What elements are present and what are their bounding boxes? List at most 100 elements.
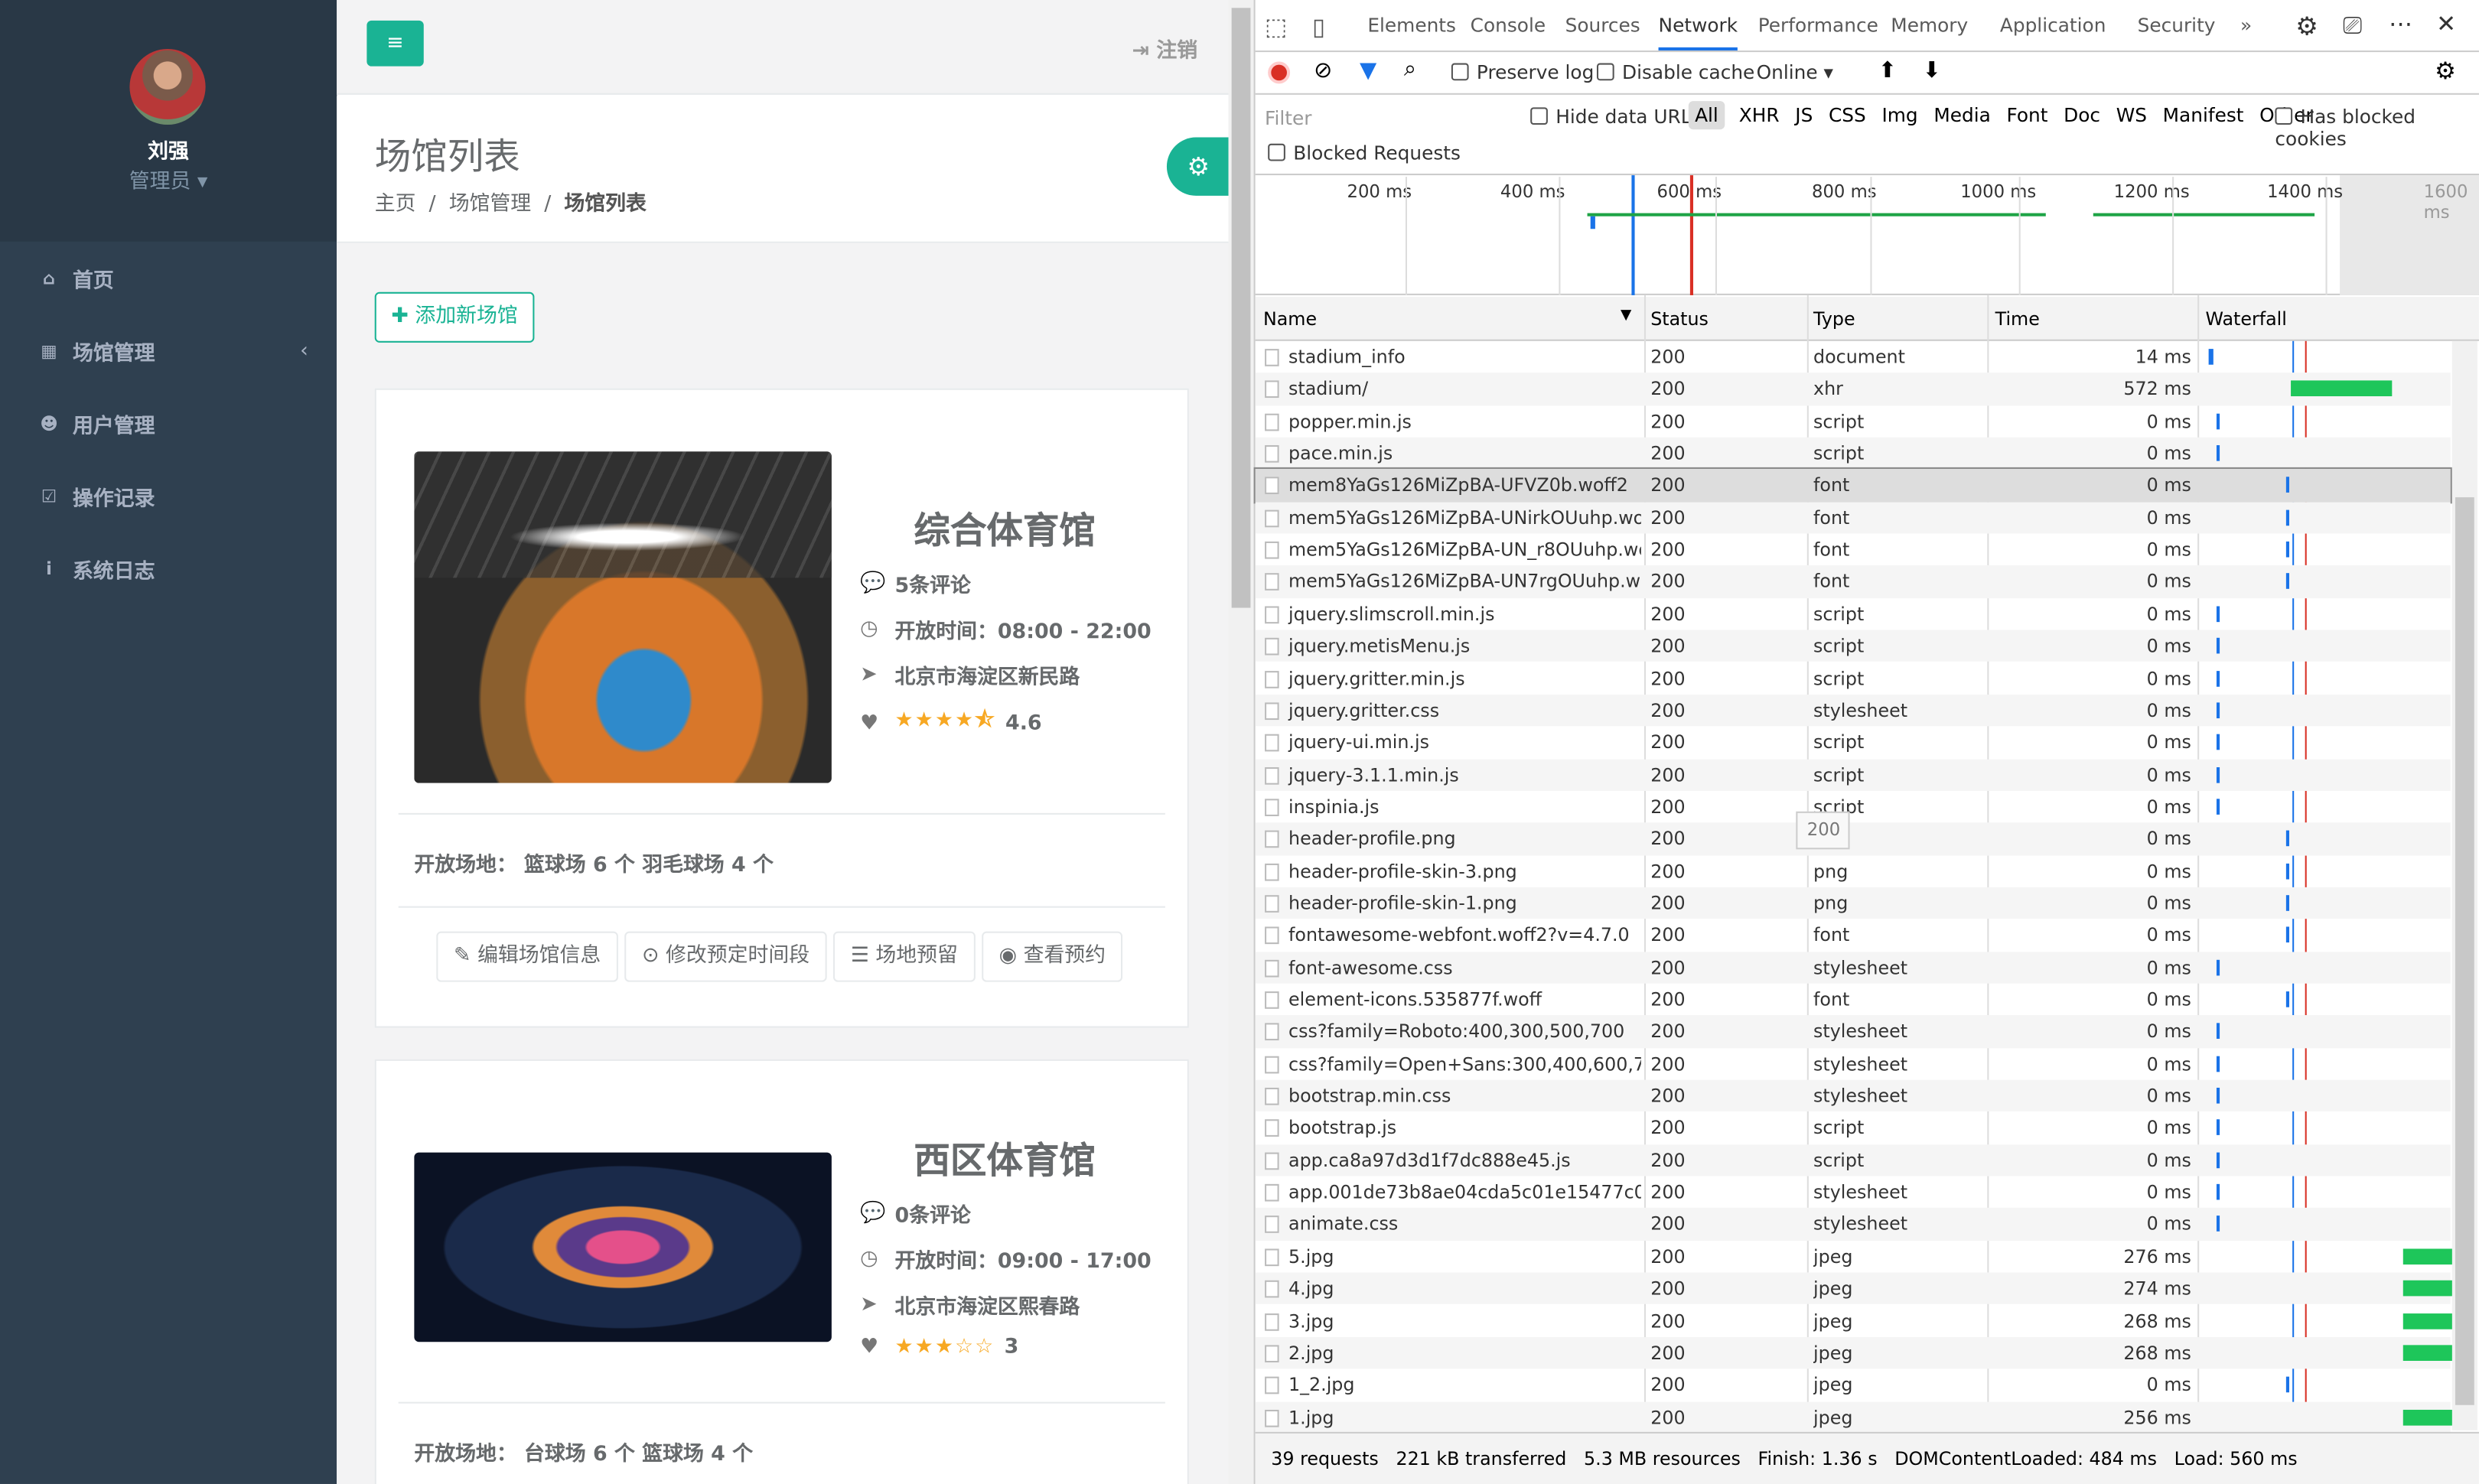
request-row[interactable]: stadium_info 200 document 14 ms <box>1256 341 2451 373</box>
tab-memory[interactable]: Memory <box>1891 0 1968 52</box>
filter-type-manifest[interactable]: Manifest <box>2161 101 2246 129</box>
column-header-type[interactable]: Type <box>1813 308 1855 330</box>
request-row[interactable]: jquery.gritter.min.js 200 script 0 ms <box>1256 662 2451 695</box>
add-venue-button[interactable]: ✚ 添加新场馆 <box>374 291 535 343</box>
filter-type-doc[interactable]: Doc <box>2062 101 2102 129</box>
request-row[interactable]: header-profile-skin-1.png 200 png 0 ms <box>1255 887 2451 919</box>
tab-application[interactable]: Application <box>2000 0 2106 52</box>
throttle-select[interactable]: Online ▾ <box>1757 61 1865 83</box>
menu-toggle-button[interactable]: ≡ <box>366 20 424 67</box>
device-toggle-icon[interactable]: ▯ <box>1312 13 1325 41</box>
tab-performance[interactable]: Performance <box>1758 0 1878 52</box>
view-bookings-button[interactable]: ◉ 查看预约 <box>981 931 1123 982</box>
filter-type-ws[interactable]: WS <box>2115 101 2148 129</box>
nav-item-0[interactable]: ⌂ 首页 <box>0 242 337 314</box>
disable-cache-checkbox[interactable]: Disable cache <box>1596 61 1754 83</box>
request-row[interactable]: mem5YaGs126MiZpBA-UNirkOUuhp.woff2 200 fon… <box>1255 501 2451 534</box>
request-row[interactable]: mem8YaGs126MiZpBA-UFVZ0b.woff2 200 font 0 m… <box>1253 467 2452 503</box>
request-row[interactable]: element-icons.535877f.woff 200 font 0 ms <box>1256 984 2451 1016</box>
feedback-icon[interactable]: ⎚ <box>2343 11 2362 39</box>
request-row[interactable]: animate.css 200 stylesheet 0 ms <box>1255 1208 2451 1241</box>
logout-link[interactable]: ⇥ 注销 <box>1132 33 1197 63</box>
tab-network[interactable]: Network <box>1658 0 1738 51</box>
tab-sources[interactable]: Sources <box>1565 0 1640 52</box>
request-row[interactable]: 3.jpg 200 jpeg 268 ms <box>1256 1305 2454 1337</box>
column-header-status[interactable]: Status <box>1650 308 1709 330</box>
filter-type-js[interactable]: JS <box>1793 101 1814 129</box>
tab-elements[interactable]: Elements <box>1367 0 1456 52</box>
nav-item-1[interactable]: ▦ 场馆管理 ‹ <box>0 314 337 387</box>
filter-type-xhr[interactable]: XHR <box>1738 101 1781 129</box>
blocked-requests-checkbox[interactable]: Blocked Requests <box>1268 142 1461 164</box>
preserve-log-checkbox[interactable]: Preserve log <box>1451 61 1594 83</box>
filter-input[interactable]: Filter <box>1265 107 1311 129</box>
request-row[interactable]: jquery-3.1.1.min.js 200 script 0 ms <box>1255 758 2451 791</box>
crumb-home[interactable]: 主页 <box>375 193 416 216</box>
request-row[interactable]: app.ca8a97d3d1f7dc888e45.js 200 script 0 ms <box>1255 1144 2451 1176</box>
clear-icon[interactable]: ⊘ <box>1314 58 1332 83</box>
request-row[interactable]: bootstrap.min.css 200 stylesheet 0 ms <box>1255 1079 2451 1112</box>
filter-type-img[interactable]: Img <box>1880 101 1919 129</box>
filter-type-font[interactable]: Font <box>2005 101 2049 129</box>
crumb-venue-mgmt[interactable]: 场馆管理 <box>449 193 531 216</box>
request-row[interactable]: 4.jpg 200 jpeg 274 ms <box>1255 1272 2454 1305</box>
avatar[interactable] <box>129 48 206 125</box>
request-row[interactable]: pace.min.js 200 script 0 ms <box>1255 437 2451 470</box>
user-role-dropdown[interactable]: 管理员 ▾ <box>0 164 337 194</box>
request-row[interactable]: inspinia.js 200 script 0 ms <box>1256 791 2451 823</box>
request-row[interactable]: font-awesome.css 200 stylesheet 0 ms <box>1255 951 2451 984</box>
request-row[interactable]: css?family=Open+Sans:300,400,600,700 200 s… <box>1256 1048 2451 1080</box>
nav-item-4[interactable]: i 系统日志 <box>0 532 337 605</box>
request-row[interactable]: popper.min.js 200 script 0 ms <box>1256 405 2451 438</box>
request-row[interactable]: bootstrap.js 200 script 0 ms <box>1256 1112 2451 1144</box>
request-row[interactable]: stadium/200 xhr 572 ms <box>1255 373 2451 405</box>
request-row[interactable]: jquery-ui.min.js 200 script 0 ms <box>1256 727 2451 759</box>
import-har-icon[interactable]: ⬆ <box>1878 58 1897 83</box>
table-scroll-thumb[interactable] <box>2455 497 2474 1405</box>
filter-icon[interactable]: ▼ <box>1360 58 1376 83</box>
request-row[interactable]: header-profile-skin-3.png 200 png 0 ms <box>1256 855 2451 887</box>
inspect-element-icon[interactable]: ⬚ <box>1265 13 1287 41</box>
venue-comments[interactable]: 💬 5条评论 <box>860 568 971 598</box>
request-row[interactable]: 2.jpg 200 jpeg 268 ms <box>1255 1336 2454 1369</box>
tab-security[interactable]: Security <box>2138 0 2216 52</box>
settings-icon[interactable]: ⚙ <box>2295 11 2318 41</box>
request-row[interactable]: header-profile.png200png0 ms <box>1255 822 2451 855</box>
request-row[interactable]: jquery.slimscroll.min.js 200 script 0 ms <box>1256 598 2451 630</box>
request-row[interactable]: css?family=Roboto:400,300,500,700 200 styl… <box>1255 1015 2451 1048</box>
nav-item-2[interactable]: ☻ 用户管理 <box>0 387 337 460</box>
request-row[interactable]: fontawesome-webfont.woff2?v=4.7.0 200 font… <box>1256 919 2451 952</box>
edit-timeslot-button[interactable]: ⊙ 修改预定时间段 <box>624 931 827 982</box>
venue-name[interactable]: 综合体育馆 <box>914 500 1096 554</box>
request-row[interactable]: 1.jpg 200 jpeg 256 ms <box>1255 1401 2454 1434</box>
reserve-field-button[interactable]: ☰ 场地预留 <box>833 931 976 982</box>
request-row[interactable]: mem5YaGs126MiZpBA-UN7rgOUuhp.wo... 200 fon… <box>1255 565 2451 598</box>
export-har-icon[interactable]: ⬇ <box>1923 58 1941 83</box>
settings-gear-icon[interactable]: ⚙ <box>1166 137 1230 196</box>
request-row[interactable]: 5.jpg 200 jpeg 276 ms <box>1256 1241 2454 1273</box>
venue-name[interactable]: 西区体育馆 <box>914 1131 1096 1184</box>
venue-comments[interactable]: 💬 0条评论 <box>860 1198 971 1229</box>
blocked-cookies-checkbox[interactable]: Has blocked cookies <box>2275 106 2479 150</box>
column-header-time[interactable]: Time <box>1995 308 2040 330</box>
filter-type-css[interactable]: CSS <box>1827 101 1868 129</box>
request-row[interactable]: jquery.gritter.css 200 stylesheet 0 ms <box>1255 694 2451 727</box>
tab-more[interactable]: » <box>2240 0 2252 52</box>
more-options-icon[interactable]: ⋯ <box>2389 9 2412 37</box>
hide-data-urls-checkbox[interactable]: Hide data URLs <box>1530 106 1702 128</box>
filter-type-all[interactable]: All <box>1688 101 1725 130</box>
network-settings-icon[interactable]: ⚙ <box>2435 57 2456 85</box>
request-row[interactable]: mem5YaGs126MiZpBA-UN_r8OUuhp.wo... 200 fon… <box>1256 534 2451 566</box>
filter-type-media[interactable]: Media <box>1932 101 1992 129</box>
close-icon[interactable]: ✕ <box>2436 9 2456 37</box>
request-row[interactable]: jquery.metisMenu.js 200 script 0 ms <box>1255 630 2451 662</box>
column-header-name[interactable]: Name <box>1263 308 1317 330</box>
nav-item-3[interactable]: ☑ 操作记录 <box>0 460 337 532</box>
column-header-waterfall[interactable]: Waterfall <box>2205 308 2286 330</box>
edit-venue-button[interactable]: ✎ 编辑场馆信息 <box>436 931 618 982</box>
request-row[interactable]: 1_2.jpg 200 jpeg 0 ms <box>1256 1369 2451 1401</box>
search-icon[interactable]: ⌕ <box>1404 57 1416 82</box>
sort-indicator[interactable]: ▼ <box>1621 308 1631 324</box>
record-icon[interactable] <box>1268 61 1291 84</box>
request-row[interactable]: app.001de73b8ae04cda5c01e15477c052... 200… <box>1256 1176 2451 1209</box>
